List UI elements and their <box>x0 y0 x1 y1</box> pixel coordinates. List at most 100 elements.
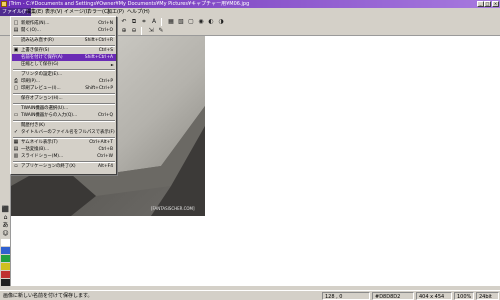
text-tool-icon[interactable]: あ <box>1 222 10 229</box>
status-coords: 128 , 0 <box>322 292 370 300</box>
menu-item-icon <box>13 55 19 60</box>
file-menu-item[interactable]: 圧縮として保存(G) ► <box>12 61 116 68</box>
stamp-icon[interactable]: ⬛ <box>1 206 10 213</box>
menu-item-icon: ▤ <box>13 146 19 152</box>
menu-item-icon <box>13 106 19 111</box>
home-icon[interactable]: ⌂ <box>1 214 10 221</box>
menu-item-icon <box>13 38 19 43</box>
face-icon[interactable]: ☺ <box>1 230 10 237</box>
menu-item-label: スライドショー(M)... <box>21 154 64 159</box>
menu-item-label: 名前を付けて保存(A) <box>21 55 63 60</box>
menu-item-icon: ▥ <box>13 153 19 159</box>
color-swatch-yellow[interactable] <box>1 263 10 270</box>
color-swatch-red[interactable] <box>1 271 10 278</box>
file-menu-item[interactable]: ▤ 開く(O)... Ctrl+O <box>12 27 116 34</box>
maximize-button[interactable]: □ <box>484 1 491 7</box>
menu-item-shortcut: Ctrl+B <box>98 147 113 152</box>
file-menu-dropdown: □ 新規作成(N)... Ctrl+N ▤ 開く(O)... Ctrl+O 読み込み直す(R… <box>10 16 117 175</box>
color-swatch-green[interactable] <box>1 255 10 262</box>
menu-item-shortcut: Shift+Ctrl+A <box>84 55 113 60</box>
status-message: 画像に新しい名前を付けて保存します。 <box>3 293 93 299</box>
status-bits: 24bit <box>476 292 499 300</box>
menu-item-label: タイトルバーのファイル名をフルパスで表示(F) <box>21 130 115 135</box>
file-menu-item[interactable]: ▢ 印刷プレビュー(I)... Shift+Ctrl+P <box>12 85 116 92</box>
text-icon[interactable]: A <box>150 18 158 26</box>
menu-item-icon <box>13 62 19 67</box>
grid-icon[interactable]: ▦ <box>167 18 175 26</box>
file-menu-item[interactable]: ⎙ 印刷(P)... Ctrl+P <box>12 78 116 85</box>
menu-item-icon: ⎙ <box>13 78 18 84</box>
menu-item-shortcut: Ctrl+W <box>97 154 113 159</box>
color-icon[interactable]: ◑ <box>217 18 225 26</box>
zoom-out-icon[interactable]: ⊖ <box>130 27 138 35</box>
crop-icon[interactable]: ⌗ <box>140 18 148 26</box>
menu-item-shortcut: Ctrl+N <box>98 21 113 26</box>
menu-edit[interactable]: 編集(E) <box>24 8 45 16</box>
submenu-arrow-icon: ► <box>110 62 114 67</box>
file-menu-item[interactable]: ▦ サムネイル表示(T) Ctrl+Alt+T <box>12 139 116 146</box>
frame-icon[interactable]: ▧ <box>177 18 185 26</box>
menu-item-shortcut: Alt+F4 <box>98 164 113 169</box>
menu-item-shortcut: Shift+Ctrl+P <box>85 86 113 91</box>
menu-item-shortcut: Ctrl+O <box>98 28 113 33</box>
color-swatch-black[interactable] <box>1 279 10 286</box>
copy-icon[interactable]: ⧉ <box>130 18 138 26</box>
fill-icon[interactable]: ◉ <box>197 18 205 26</box>
file-menu-item[interactable]: ▭ TWAIN機器からの入力(Q)... Ctrl+Q <box>12 112 116 119</box>
menu-item-label: 印刷プレビュー(I)... <box>21 86 61 91</box>
file-menu-item[interactable]: ▫ アプリケーションの終了(X) Alt+F4 <box>12 163 116 170</box>
app-icon <box>1 1 7 7</box>
menu-item-icon: □ <box>13 20 19 26</box>
file-menu-item[interactable]: ▣ 上書き保存(S) Ctrl+S <box>12 47 116 54</box>
file-menu-item[interactable]: 名前を付けて保存(A) Shift+Ctrl+A <box>12 54 116 61</box>
menu-item-icon: ✓ <box>13 129 19 135</box>
color-swatch-blue[interactable] <box>1 247 10 254</box>
file-menu-item[interactable]: プリンタの設定(E)... <box>12 71 116 78</box>
menu-item-label: 開く(O)... <box>21 28 41 33</box>
menu-item-icon <box>13 72 19 77</box>
menu-process[interactable]: 加工(P) <box>105 8 126 16</box>
app-window: JTrim - C:¥Documents and Settings¥Owner¥… <box>0 0 500 300</box>
undo-icon[interactable]: ↶ <box>120 18 128 26</box>
file-menu-item[interactable]: 読み込み直す(R) Shift+Ctrl+R <box>12 37 116 44</box>
contrast-icon[interactable]: ◐ <box>207 18 215 26</box>
menu-item-icon <box>13 96 19 101</box>
menu-help[interactable]: ヘルプ(H) <box>125 8 152 16</box>
toolbar-separator <box>161 18 162 26</box>
file-menu-item[interactable]: 閲歴付き(K) <box>12 122 116 129</box>
file-menu-item[interactable]: ▥ スライドショー(M)... Ctrl+W <box>12 153 116 160</box>
status-zoom: 100% <box>454 292 474 300</box>
file-menu-item[interactable]: ▤ 一括変換(B)... Ctrl+B <box>12 146 116 153</box>
menu-item-shortcut: Ctrl+Alt+T <box>89 140 113 145</box>
menu-item-icon: ▢ <box>13 85 19 91</box>
menu-item-label: サムネイル表示(T) <box>21 140 58 145</box>
close-button[interactable]: × <box>492 1 499 7</box>
menu-item-shortcut: Ctrl+S <box>98 48 113 53</box>
color-swatch-white[interactable] <box>1 239 10 246</box>
window-title: JTrim - C:¥Documents and Settings¥Owner¥… <box>9 1 250 7</box>
zoom-in-icon[interactable]: ⊕ <box>120 27 128 35</box>
menu-item-icon: ▭ <box>13 112 19 118</box>
menu-item-icon: ▦ <box>13 139 19 145</box>
menu-item-label: プリンタの設定(E)... <box>21 72 63 77</box>
title-bar: JTrim - C:¥Documents and Settings¥Owner¥… <box>0 0 500 8</box>
status-color: #D8D8D2 <box>372 292 414 300</box>
menu-item-label: 上書き保存(S) <box>21 48 50 53</box>
file-menu-item[interactable]: ✓ タイトルバーのファイル名をフルパスで表示(F) <box>12 129 116 136</box>
menu-item-icon: ▣ <box>13 47 19 53</box>
menu-item-shortcut: Ctrl+P <box>98 79 113 84</box>
file-menu-item[interactable]: 保存オプション(H)... <box>12 95 116 102</box>
eyedropper-icon[interactable]: ✎ <box>157 27 165 35</box>
menu-bar: ファイル(F) 編集(E) 表示(V) イメージ(I) カラー(C) 加工(P)… <box>0 8 500 16</box>
menu-item-label: 新規作成(N)... <box>21 21 50 26</box>
select-icon[interactable]: ▢ <box>187 18 195 26</box>
file-menu-item[interactable]: □ 新規作成(N)... Ctrl+N <box>12 20 116 27</box>
menu-item-icon: ▫ <box>14 163 18 169</box>
menu-item-label: TWAIN機器の選択(U)... <box>21 106 69 111</box>
menu-item-label: 保存オプション(H)... <box>21 96 63 101</box>
menu-item-label: 閲歴付き(K) <box>21 123 45 128</box>
file-menu-item[interactable]: TWAIN機器の選択(U)... <box>12 105 116 112</box>
menu-item-shortcut: Ctrl+Q <box>98 113 113 118</box>
minimize-button[interactable]: _ <box>477 1 484 7</box>
fit-icon[interactable]: ⇲ <box>147 27 155 35</box>
